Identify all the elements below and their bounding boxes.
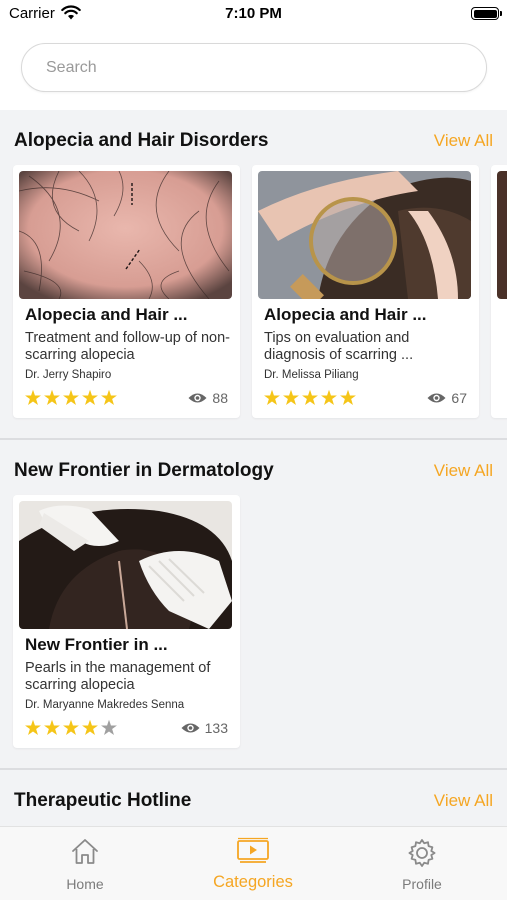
course-thumbnail [19, 501, 232, 629]
tab-home[interactable]: Home [25, 827, 145, 900]
video-player-icon [236, 837, 270, 870]
view-all-link[interactable]: View All [434, 791, 493, 811]
section-alopecia: Alopecia and Hair Disorders View All Alo… [0, 130, 507, 430]
course-thumbnail [497, 171, 507, 299]
star-rating [263, 389, 357, 407]
section-title: Alopecia and Hair Disorders [14, 130, 269, 151]
star-filled-icon [82, 719, 98, 736]
eye-icon [427, 393, 446, 403]
star-filled-icon [44, 719, 60, 736]
section-therapeutic-hotline: Therapeutic Hotline View All [0, 790, 507, 826]
star-filled-icon [44, 389, 60, 406]
star-filled-icon [25, 719, 41, 736]
tab-label: Profile [402, 876, 442, 892]
section-title: New Frontier in Dermatology [14, 460, 274, 481]
course-card-partial[interactable] [491, 165, 507, 418]
view-count-value: 133 [204, 720, 228, 736]
home-icon [70, 837, 100, 872]
course-thumbnail [19, 171, 232, 299]
course-description: Pearls in the management of scarring alo… [25, 660, 211, 693]
view-count-value: 67 [451, 390, 467, 406]
course-card[interactable]: Alopecia and Hair ... Treatment and foll… [13, 165, 240, 418]
star-empty-icon [101, 719, 117, 736]
course-description: Tips on evaluation and diagnosis of scar… [264, 330, 414, 363]
view-all-link[interactable]: View All [434, 461, 493, 481]
course-author: Dr. Jerry Shapiro [25, 369, 112, 381]
view-count: 133 [181, 720, 228, 736]
search-bar[interactable] [21, 43, 487, 92]
star-filled-icon [63, 719, 79, 736]
star-filled-icon [25, 389, 41, 406]
section-new-frontier: New Frontier in Dermatology View All New… [0, 460, 507, 760]
eye-icon [188, 393, 207, 403]
star-filled-icon [321, 389, 337, 406]
section-divider [0, 768, 507, 770]
star-filled-icon [264, 389, 280, 406]
star-filled-icon [340, 389, 356, 406]
course-title: Alopecia and Hair ... [25, 305, 188, 324]
course-card[interactable]: New Frontier in ... Pearls in the manage… [13, 495, 240, 748]
tab-profile[interactable]: Profile [362, 827, 482, 900]
course-card[interactable]: Alopecia and Hair ... Tips on evaluation… [252, 165, 479, 418]
star-filled-icon [82, 389, 98, 406]
star-filled-icon [283, 389, 299, 406]
search-input[interactable] [46, 56, 446, 80]
course-title: New Frontier in ... [25, 635, 168, 654]
star-filled-icon [302, 389, 318, 406]
section-divider [0, 438, 507, 440]
status-time: 7:10 PM [225, 5, 282, 22]
tab-label: Home [66, 876, 104, 892]
star-filled-icon [101, 389, 117, 406]
star-rating [24, 389, 118, 407]
view-count-value: 88 [212, 390, 228, 406]
tab-label: Categories [213, 873, 293, 891]
view-all-link[interactable]: View All [434, 131, 493, 151]
gear-icon [406, 837, 438, 874]
star-filled-icon [63, 389, 79, 406]
tab-bar: Home Categories Profile [0, 826, 507, 900]
star-rating [24, 719, 118, 737]
battery-icon [471, 7, 502, 20]
view-count: 88 [188, 390, 228, 406]
course-author: Dr. Maryanne Makredes Senna [25, 699, 185, 711]
tab-categories[interactable]: Categories [193, 827, 313, 900]
view-count: 67 [427, 390, 467, 406]
course-description: Treatment and follow-up of non-scarring … [25, 330, 230, 363]
eye-icon [181, 723, 200, 733]
status-bar: Carrier 7:10 PM [0, 0, 507, 30]
section-title: Therapeutic Hotline [14, 790, 192, 811]
course-title: Alopecia and Hair ... [264, 305, 427, 324]
search-area [0, 30, 507, 110]
course-thumbnail [258, 171, 471, 299]
course-author: Dr. Melissa Piliang [264, 369, 359, 381]
